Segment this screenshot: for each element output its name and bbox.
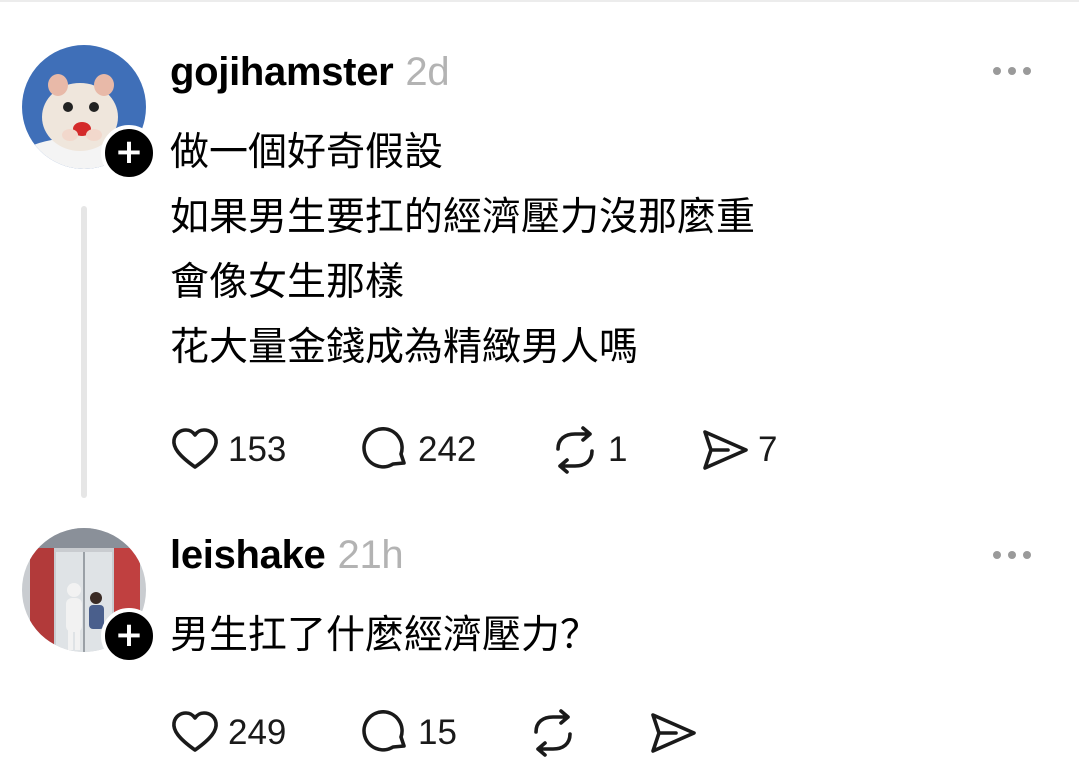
send-icon xyxy=(651,713,696,753)
like-button[interactable]: 249 xyxy=(170,708,286,758)
comment-count: 242 xyxy=(418,430,477,469)
comment-button[interactable]: 242 xyxy=(360,425,476,475)
post-text: 做一個好奇假設 如果男生要扛的經濟壓力沒那麼重 會像女生那樣 花大量金錢成為精緻… xyxy=(170,120,755,380)
repost-icon xyxy=(556,426,594,474)
share-count: 7 xyxy=(758,430,778,469)
heart-icon xyxy=(172,428,218,469)
post-text-line: 做一個好奇假設 xyxy=(170,130,444,175)
comment-button[interactable]: 15 xyxy=(360,708,457,758)
share-button[interactable] xyxy=(648,708,706,758)
repost-button[interactable]: 1 xyxy=(550,425,627,475)
username[interactable]: gojihamster xyxy=(170,50,394,94)
top-divider xyxy=(0,0,1079,2)
heart-icon xyxy=(172,711,218,752)
post-header: leishake 21h xyxy=(170,533,404,578)
repost-count: 1 xyxy=(608,430,628,469)
like-count: 249 xyxy=(228,713,287,752)
post-header: gojihamster 2d xyxy=(170,50,450,95)
post-text-line: 男生扛了什麼經濟壓力？ xyxy=(170,613,600,658)
repost-icon xyxy=(534,709,572,757)
like-button[interactable]: 153 xyxy=(170,425,286,475)
like-count: 153 xyxy=(228,430,287,469)
post-text-line: 會像女生那樣 xyxy=(170,260,405,305)
post-time: 2d xyxy=(405,50,450,94)
comment-icon xyxy=(362,427,406,469)
share-button[interactable]: 7 xyxy=(700,425,777,475)
send-icon xyxy=(703,430,748,470)
thread-line xyxy=(81,206,87,498)
username[interactable]: leishake xyxy=(170,533,326,577)
repost-button[interactable] xyxy=(528,708,586,758)
post-text-line: 如果男生要扛的經濟壓力沒那麼重 xyxy=(170,195,756,240)
post-text: 男生扛了什麼經濟壓力？ xyxy=(170,603,599,668)
comment-count: 15 xyxy=(418,713,457,752)
more-options-icon[interactable] xyxy=(990,64,1034,78)
follow-plus-button[interactable]: + xyxy=(101,608,157,664)
follow-plus-button[interactable]: + xyxy=(101,125,157,181)
comment-icon xyxy=(362,710,406,752)
more-options-icon[interactable] xyxy=(990,548,1034,562)
post-text-line: 花大量金錢成為精緻男人嗎 xyxy=(170,325,639,370)
post-time: 21h xyxy=(337,533,404,577)
